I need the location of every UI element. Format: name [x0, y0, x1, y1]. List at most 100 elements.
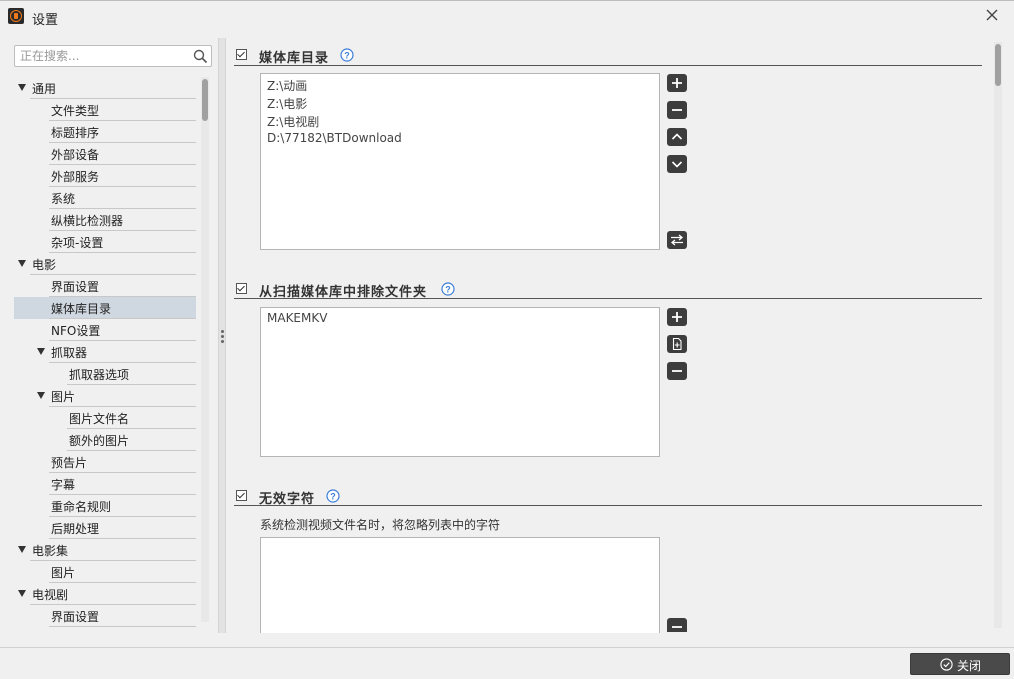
tree-item-label: 杂项-设置	[51, 236, 104, 250]
tree-item[interactable]: 外部服务	[14, 165, 196, 187]
tree-item-label: 外部服务	[51, 170, 100, 184]
help-icon[interactable]: ?	[340, 48, 354, 62]
section-divider	[234, 298, 982, 299]
exclude-dirs-collapse-checkbox[interactable]	[236, 283, 247, 294]
move-up-button[interactable]	[667, 128, 687, 146]
tree-item[interactable]: 字幕	[14, 473, 196, 495]
help-icon[interactable]: ?	[441, 282, 455, 296]
tree-item-label: 电视剧	[32, 588, 69, 602]
tree-item-label: NFO设置	[51, 324, 101, 338]
tree-item-label: 媒体库目录	[51, 302, 112, 316]
list-item[interactable]: Z:\动画	[267, 77, 307, 94]
content-scrollbar-thumb[interactable]	[995, 44, 1001, 86]
remove-media-dir-button[interactable]	[667, 101, 687, 119]
tree-item-label: 抓取器	[51, 346, 88, 360]
tree-item-label: 抓取器选项	[69, 368, 130, 382]
tree-item[interactable]: 抓取器	[14, 341, 196, 363]
list-item[interactable]: Z:\电视剧	[267, 113, 319, 130]
list-item[interactable]: D:\77182\BTDownload	[267, 131, 402, 145]
tree-item-label: 图片	[51, 390, 76, 404]
tree-item-label: 字幕	[51, 478, 76, 492]
footer-divider	[0, 647, 1014, 648]
tree-item[interactable]: 后期处理	[14, 517, 196, 539]
bad-words-description: 系统检测视频文件名时，将忽略列表中的字符	[260, 518, 501, 532]
tree-scrollbar-thumb[interactable]	[202, 79, 208, 121]
tree-item[interactable]: 界面设置	[14, 275, 196, 297]
add-file-icon[interactable]	[667, 335, 687, 353]
tree-item[interactable]: 抓取器选项	[14, 363, 196, 385]
list-item[interactable]: MAKEMKV	[267, 311, 327, 325]
svg-text:?: ?	[344, 51, 350, 61]
tree-item[interactable]: 媒体库目录	[14, 297, 196, 319]
tree-item-label: 界面设置	[51, 610, 100, 624]
bad-words-list[interactable]	[260, 537, 660, 633]
expand-arrow-icon[interactable]	[18, 546, 26, 553]
search-icon[interactable]	[193, 49, 208, 64]
app-logo-icon	[8, 8, 24, 24]
tree-item-label: 电影	[32, 258, 57, 272]
close-icon[interactable]	[984, 7, 1000, 23]
pane-splitter[interactable]	[218, 38, 226, 633]
remove-bad-word-button[interactable]	[667, 618, 687, 632]
expand-arrow-icon[interactable]	[37, 392, 45, 399]
list-item[interactable]: Z:\电影	[267, 95, 307, 112]
tree-item[interactable]: 电影	[14, 253, 196, 275]
close-button[interactable]: 关闭	[910, 653, 1010, 675]
help-icon[interactable]: ?	[326, 489, 340, 503]
tree-item-label: 后期处理	[51, 522, 100, 536]
tree-item[interactable]: 系统	[14, 187, 196, 209]
tree-item[interactable]: 电影集	[14, 539, 196, 561]
exchange-dir-button[interactable]	[667, 231, 687, 249]
remove-exclude-dir-button[interactable]	[667, 362, 687, 380]
tree-item[interactable]: 杂项-设置	[14, 231, 196, 253]
tree-item[interactable]: 外部设备	[14, 143, 196, 165]
tree-item[interactable]: 界面设置	[14, 605, 196, 627]
search-input[interactable]	[20, 48, 185, 64]
check-circle-icon	[940, 658, 953, 671]
tree-item-label: 文件类型	[51, 104, 100, 118]
tree-item[interactable]: 电视剧	[14, 583, 196, 605]
bad-words-collapse-checkbox[interactable]	[236, 490, 247, 501]
tree-item-label: 图片文件名	[69, 412, 130, 426]
tree-item[interactable]: 通用	[14, 77, 196, 99]
tree-item[interactable]: 标题排序	[14, 121, 196, 143]
exclude-dirs-list[interactable]: MAKEMKV	[260, 307, 660, 457]
window-title: 设置	[32, 13, 59, 28]
expand-arrow-icon[interactable]	[18, 84, 26, 91]
tree-item[interactable]: 额外的图片	[14, 429, 196, 451]
tree-scrollbar[interactable]	[201, 77, 209, 622]
expand-arrow-icon[interactable]	[18, 590, 26, 597]
move-down-button[interactable]	[667, 155, 687, 173]
settings-tree: 通用 文件类型 标题排序 外部设备 外部服务 系统 纵横比检测器 杂项-设置 电影 界面设置 媒体库…	[14, 77, 196, 627]
tree-item-label: 图片	[51, 566, 76, 580]
media-dirs-collapse-checkbox[interactable]	[236, 49, 247, 60]
tree-item-label: 电影集	[32, 544, 69, 558]
tree-item[interactable]: NFO设置	[14, 319, 196, 341]
tree-item[interactable]: 文件类型	[14, 99, 196, 121]
expand-arrow-icon[interactable]	[18, 260, 26, 267]
section-divider	[234, 65, 982, 66]
tree-item-label: 预告片	[51, 456, 88, 470]
tree-item[interactable]: 图片文件名	[14, 407, 196, 429]
tree-item-label: 系统	[51, 192, 76, 206]
tree-item-divider	[49, 626, 196, 627]
expand-arrow-icon[interactable]	[37, 348, 45, 355]
media-dirs-list[interactable]: Z:\动画 Z:\电影 Z:\电视剧 D:\77182\BTDownload	[260, 73, 660, 250]
title-bar	[0, 0, 1014, 33]
close-button-label: 关闭	[957, 659, 982, 673]
tree-item[interactable]: 图片	[14, 385, 196, 407]
content-scrollbar[interactable]	[994, 42, 1002, 628]
tree-item-label: 标题排序	[51, 126, 100, 140]
tree-item-label: 重命名规则	[51, 500, 112, 514]
search-field[interactable]	[14, 45, 212, 67]
tree-item[interactable]: 纵横比检测器	[14, 209, 196, 231]
tree-item[interactable]: 图片	[14, 561, 196, 583]
media-dirs-title: 媒体库目录	[259, 51, 330, 66]
svg-text:?: ?	[445, 285, 451, 295]
tree-item-label: 额外的图片	[69, 434, 130, 448]
add-exclude-dir-button[interactable]	[667, 308, 687, 326]
tree-item[interactable]: 重命名规则	[14, 495, 196, 517]
tree-item[interactable]: 预告片	[14, 451, 196, 473]
add-media-dir-button[interactable]	[667, 74, 687, 92]
grip-dot	[221, 335, 224, 338]
